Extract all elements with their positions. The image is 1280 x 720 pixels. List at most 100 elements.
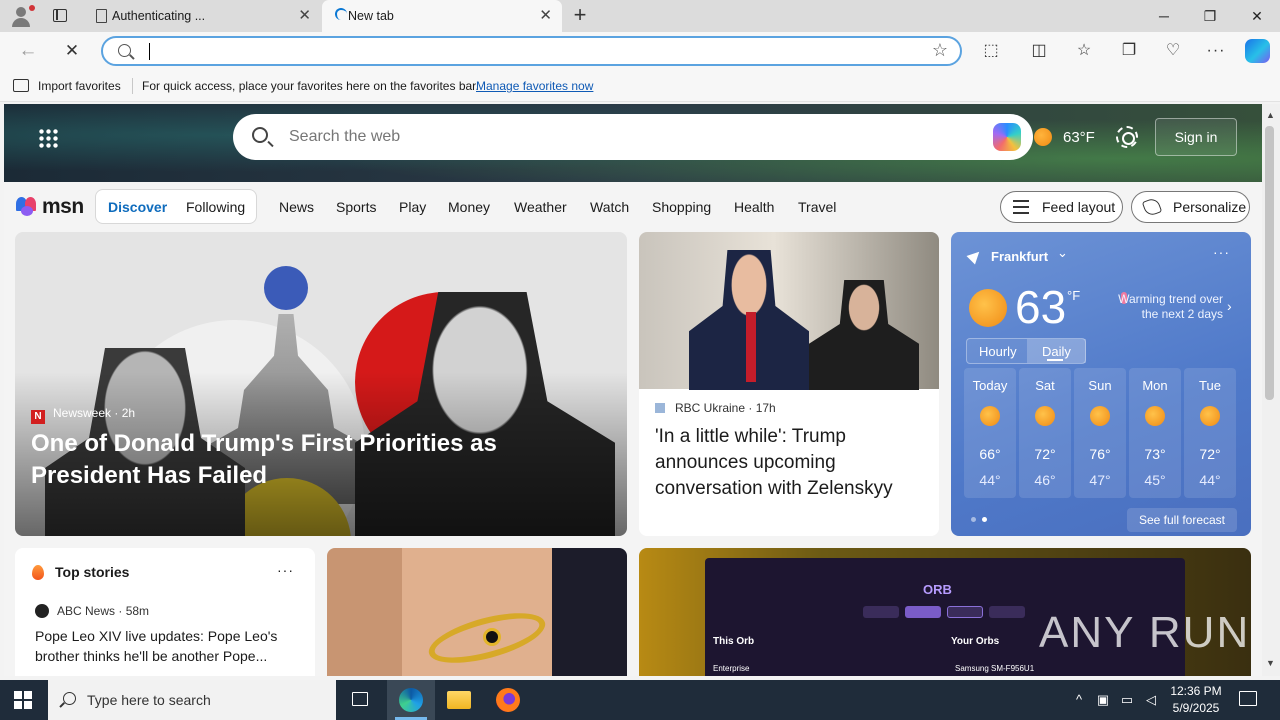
task-view-button[interactable]	[336, 680, 384, 720]
tab-authenticating[interactable]: Authenticating ... ✕	[86, 0, 321, 32]
nav-health[interactable]: Health	[734, 199, 774, 215]
chevron-down-icon[interactable]: ⌄	[1057, 245, 1068, 261]
file-explorer-button[interactable]	[435, 680, 483, 720]
copilot-icon[interactable]	[1245, 39, 1270, 63]
firefox-icon	[496, 688, 520, 712]
system-clock[interactable]: 12:36 PM 5/9/2025	[1160, 683, 1232, 717]
news-source-name: RBC Ukraine	[675, 401, 746, 415]
nav-sports[interactable]: Sports	[336, 199, 376, 215]
chevron-up-icon[interactable]: ^	[1068, 680, 1090, 720]
settings-gear-icon[interactable]	[1116, 126, 1138, 148]
taskbar-search[interactable]: Type here to search	[48, 680, 336, 720]
sign-in-button[interactable]: Sign in	[1155, 118, 1237, 156]
tab-hourly[interactable]: Hourly	[979, 344, 1017, 359]
close-window-button[interactable]: ✕	[1234, 0, 1280, 32]
copilot-search-icon[interactable]	[993, 123, 1021, 151]
web-search-box[interactable]: Search the web	[233, 114, 1033, 160]
restore-button[interactable]: ❐	[1187, 0, 1233, 32]
day-high: 72°	[1034, 446, 1056, 462]
notifications-icon[interactable]	[1239, 691, 1257, 706]
nav-travel[interactable]: Travel	[798, 199, 836, 215]
back-arrow-icon[interactable]: ←	[15, 39, 41, 63]
forecast-day[interactable]: Mon 73° 45°	[1129, 368, 1181, 498]
hero-story-card[interactable]: N Newsweek · 2h One of Donald Trump's Fir…	[15, 232, 627, 536]
nav-money[interactable]: Money	[448, 199, 490, 215]
day-high: 73°	[1144, 446, 1166, 462]
tab-label: Authenticating ...	[112, 9, 206, 23]
tab-actions-icon[interactable]	[48, 6, 72, 26]
personalize-button[interactable]: Personalize	[1131, 191, 1250, 223]
news-story-card[interactable]: RBC Ukraine · 17h 'In a little while': T…	[639, 232, 939, 536]
address-bar[interactable]: ☆	[101, 36, 962, 66]
top-stories-card[interactable]: Top stories ··· ABC News · 58m Pope Leo …	[15, 548, 315, 676]
nav-news[interactable]: News	[279, 199, 314, 215]
tab-new-tab[interactable]: New tab ✕	[322, 0, 562, 32]
tab-following[interactable]: Following	[186, 199, 245, 215]
nav-watch[interactable]: Watch	[590, 199, 629, 215]
forecast-day[interactable]: Sun 76° 47°	[1074, 368, 1126, 498]
nav-play[interactable]: Play	[399, 199, 426, 215]
split-screen-icon[interactable]: ◫	[1027, 40, 1051, 62]
close-tab-icon[interactable]: ✕	[298, 0, 311, 32]
forecast-day[interactable]: Today 66° 44°	[964, 368, 1016, 498]
windows-start-icon[interactable]	[14, 691, 32, 709]
carousel-dots[interactable]	[971, 516, 991, 524]
import-favorites-button[interactable]: Import favorites	[38, 79, 121, 93]
browser-essentials-icon[interactable]: ♡	[1161, 40, 1185, 62]
header-temperature[interactable]: 63°F	[1063, 129, 1095, 146]
scroll-up-arrow-icon[interactable]: ▲	[1266, 110, 1275, 120]
manage-favorites-link[interactable]: Manage favorites now	[476, 79, 593, 93]
more-options-icon[interactable]: ···	[1204, 40, 1228, 62]
msn-logo[interactable]: msn	[16, 194, 84, 218]
feed-layout-button[interactable]: Feed layout	[1000, 191, 1123, 223]
collections-icon[interactable]: ❐	[1117, 40, 1141, 62]
forecast-day[interactable]: Sat 72° 46°	[1019, 368, 1071, 498]
profile-icon[interactable]	[8, 4, 35, 28]
story-title[interactable]: Pope Leo XIV live updates: Pope Leo's br…	[35, 626, 305, 666]
volume-icon[interactable]: ◁	[1140, 680, 1162, 720]
extensions-icon[interactable]: ⬚	[979, 40, 1003, 62]
more-options-icon[interactable]: ···	[1213, 244, 1230, 260]
hero-image-shape	[264, 266, 308, 310]
bracelet-ad-image[interactable]	[327, 548, 627, 676]
weather-city[interactable]: Frankfurt	[991, 249, 1048, 264]
edge-taskbar-button[interactable]	[387, 680, 435, 720]
stop-loading-icon[interactable]: ✕	[59, 39, 85, 63]
app-launcher-icon[interactable]	[38, 128, 58, 148]
hero-title[interactable]: One of Donald Trump's First Priorities a…	[31, 428, 611, 492]
favorite-star-icon[interactable]: ☆	[932, 40, 948, 61]
weather-alert[interactable]: Warming trend over the next 2 days	[1111, 292, 1223, 322]
more-options-icon[interactable]: ···	[277, 562, 294, 578]
firefox-button[interactable]	[484, 680, 532, 720]
device-icon[interactable]: ▣	[1092, 680, 1114, 720]
tab-discover[interactable]: Discover	[108, 199, 167, 215]
bracelet-gem-shape	[483, 628, 501, 646]
minimize-button[interactable]: ─	[1141, 0, 1187, 32]
network-icon[interactable]: ▭	[1116, 680, 1138, 720]
sun-icon	[980, 406, 1000, 426]
day-name: Today	[972, 378, 1008, 393]
see-full-forecast-button[interactable]: See full forecast	[1127, 508, 1237, 532]
day-name: Tue	[1199, 378, 1221, 393]
search-placeholder: Search the web	[289, 128, 401, 145]
windows-taskbar: Type here to search ^ ▣ ▭ ◁ 12:36 PM 5/9…	[0, 680, 1280, 720]
personalize-icon	[1141, 196, 1163, 218]
new-tab-button[interactable]: +	[568, 4, 592, 28]
tab-daily[interactable]: Daily	[1027, 339, 1086, 363]
search-icon	[118, 44, 131, 57]
forecast-day[interactable]: Tue 72° 44°	[1184, 368, 1236, 498]
scroll-down-arrow-icon[interactable]: ▼	[1266, 658, 1275, 668]
chevron-right-icon[interactable]: ›	[1227, 298, 1232, 314]
close-tab-icon[interactable]: ✕	[539, 0, 552, 32]
clock-time: 12:36 PM	[1170, 684, 1222, 698]
favorites-icon[interactable]: ☆	[1072, 40, 1096, 62]
weather-card[interactable]: Frankfurt ⌄ ··· 63 °F Warming trend over…	[951, 232, 1251, 536]
news-title[interactable]: 'In a little while': Trump announces upc…	[655, 424, 930, 502]
flame-icon	[32, 565, 44, 580]
page-scrollbar[interactable]: ▲ ▼	[1262, 104, 1280, 676]
scrollbar-thumb[interactable]	[1265, 126, 1274, 400]
nav-shopping[interactable]: Shopping	[652, 199, 711, 215]
feed-layout-label: Feed layout	[1042, 199, 1116, 215]
nav-weather[interactable]: Weather	[514, 199, 567, 215]
folder-icon	[447, 691, 471, 709]
